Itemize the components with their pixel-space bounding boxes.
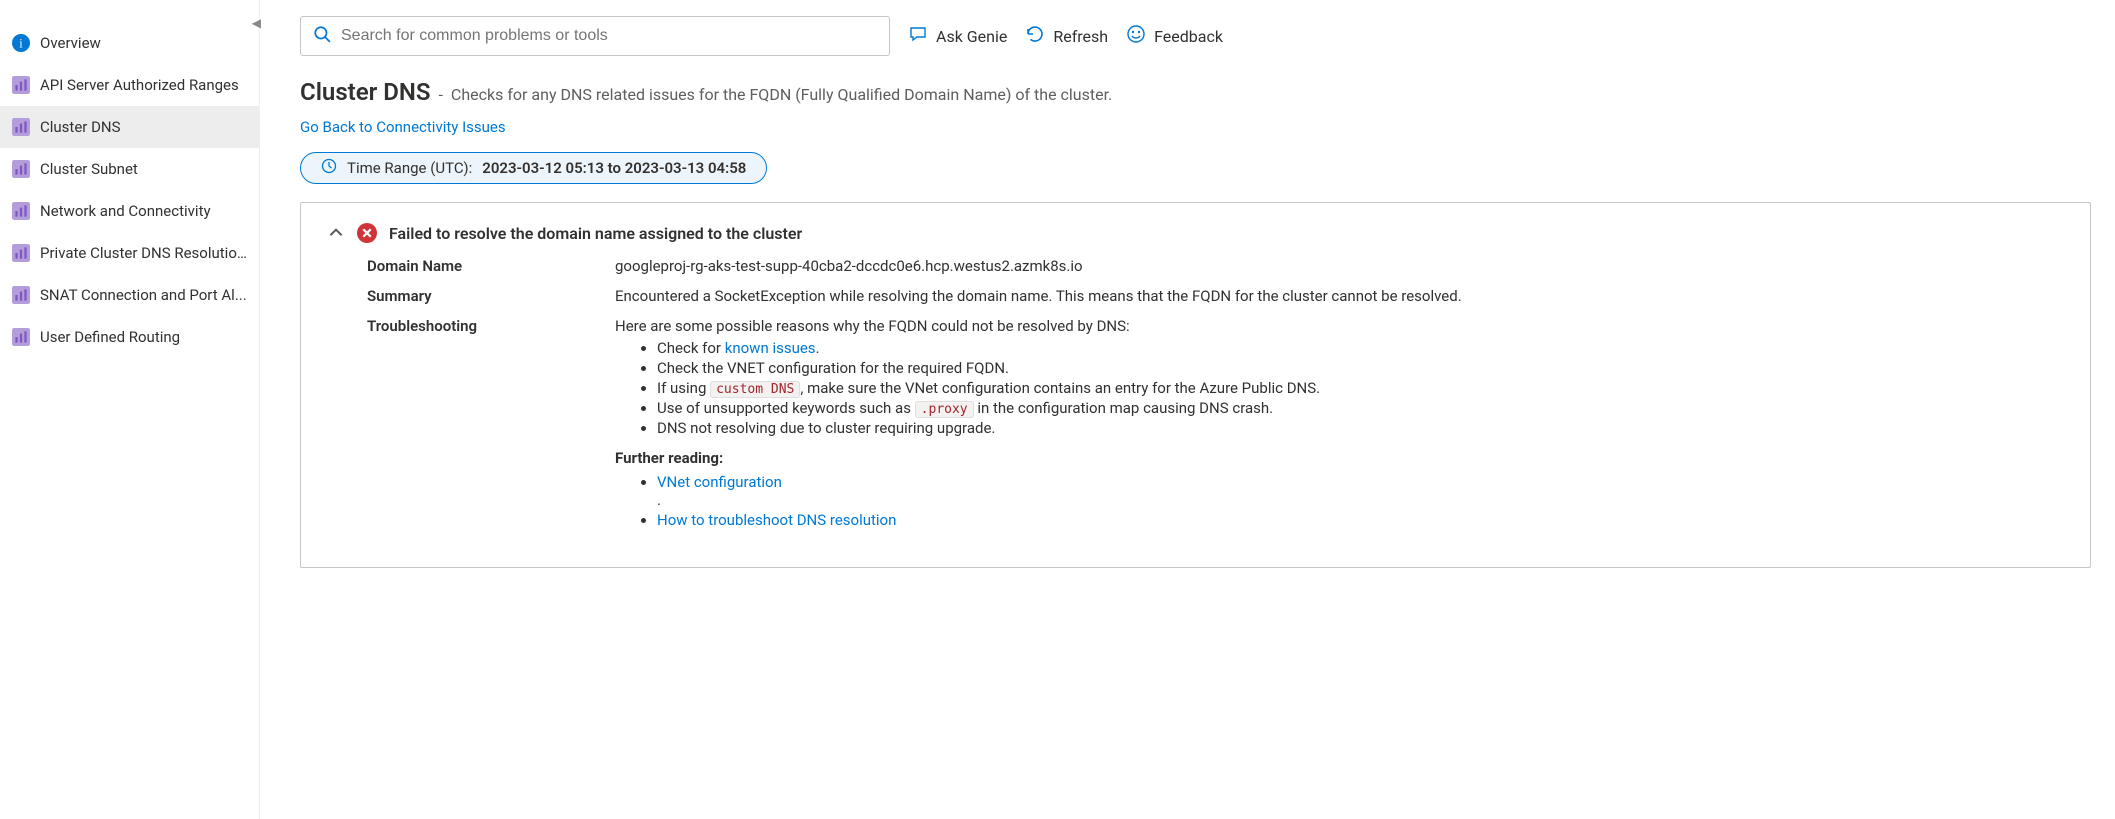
chart-icon [12, 286, 30, 304]
ts-item-upgrade: DNS not resolving due to cluster requiri… [657, 419, 2064, 437]
sidebar-item-snat[interactable]: SNAT Connection and Port Al... [0, 274, 259, 316]
sidebar-item-label: Overview [40, 34, 101, 52]
chart-icon [12, 328, 30, 346]
main-content: Ask Genie Refresh Feedback Cluster DNS -… [260, 0, 2115, 819]
info-icon: i [12, 34, 30, 52]
sidebar-item-label: User Defined Routing [40, 328, 180, 346]
ts-item-keywords: Use of unsupported keywords such as .pro… [657, 399, 2064, 417]
ask-genie-button[interactable]: Ask Genie [908, 24, 1007, 48]
page-subtitle: Checks for any DNS related issues for th… [451, 85, 1112, 104]
code-proxy: .proxy [915, 401, 974, 418]
page-title: Cluster DNS [300, 78, 431, 106]
tool-label: Refresh [1053, 27, 1108, 46]
search-icon [313, 25, 331, 47]
tool-label: Ask Genie [936, 27, 1007, 46]
ts-item-vnet: Check the VNET configuration for the req… [657, 359, 2064, 377]
search-box[interactable] [300, 16, 890, 56]
further-item-dns: How to troubleshoot DNS resolution [657, 511, 2064, 529]
diagnostic-title: Failed to resolve the domain name assign… [389, 224, 802, 243]
chart-icon [12, 160, 30, 178]
sidebar-item-cluster-subnet[interactable]: Cluster Subnet [0, 148, 259, 190]
error-icon [357, 223, 377, 243]
sidebar: ◀ i Overview API Server Authorized Range… [0, 0, 260, 819]
diagnostic-panel: Failed to resolve the domain name assign… [300, 202, 2091, 568]
troubleshooting-intro: Here are some possible reasons why the F… [615, 317, 2064, 335]
troubleshooting-block: Here are some possible reasons why the F… [615, 317, 2064, 537]
time-range-value: 2023-03-12 05:13 to 2023-03-13 04:58 [482, 159, 746, 177]
feedback-button[interactable]: Feedback [1126, 24, 1223, 48]
toolbar: Ask Genie Refresh Feedback [300, 14, 2091, 58]
clock-icon [321, 158, 337, 178]
search-input[interactable] [341, 27, 877, 45]
sidebar-item-api-server[interactable]: API Server Authorized Ranges [0, 64, 259, 106]
smile-icon [1126, 24, 1146, 48]
ts-item-known-issues: Check for known issues. [657, 339, 2064, 357]
sidebar-item-label: SNAT Connection and Port Al... [40, 286, 247, 304]
sidebar-item-label: API Server Authorized Ranges [40, 76, 239, 94]
troubleshooting-label: Troubleshooting [367, 317, 607, 537]
chart-icon [12, 118, 30, 136]
known-issues-link[interactable]: known issues [725, 339, 816, 357]
back-link[interactable]: Go Back to Connectivity Issues [300, 118, 506, 136]
chart-icon [12, 244, 30, 262]
domain-name-label: Domain Name [367, 257, 607, 275]
chat-icon [908, 24, 928, 48]
summary-label: Summary [367, 287, 607, 305]
domain-name-value: googleproj-rg-aks-test-supp-40cba2-dccdc… [615, 257, 2064, 275]
further-dot: . [657, 491, 2064, 509]
chart-icon [12, 76, 30, 94]
ts-item-custom-dns: If using custom DNS, make sure the VNet … [657, 379, 2064, 397]
further-item-vnet: VNet configuration . [657, 473, 2064, 509]
page-subtitle-sep: - [439, 85, 443, 104]
sidebar-collapse-icon[interactable]: ◀ [252, 16, 261, 30]
svg-text:i: i [19, 37, 23, 51]
dns-troubleshoot-link[interactable]: How to troubleshoot DNS resolution [657, 511, 896, 529]
sidebar-item-label: Cluster DNS [40, 118, 121, 136]
sidebar-item-network[interactable]: Network and Connectivity [0, 190, 259, 232]
chevron-up-icon[interactable] [327, 224, 345, 242]
sidebar-item-udr[interactable]: User Defined Routing [0, 316, 259, 358]
summary-value: Encountered a SocketException while reso… [615, 287, 2064, 305]
further-reading-label: Further reading: [615, 449, 2064, 467]
time-range-pill[interactable]: Time Range (UTC): 2023-03-12 05:13 to 20… [300, 152, 767, 184]
sidebar-item-label: Network and Connectivity [40, 202, 211, 220]
sidebar-item-private-dns[interactable]: Private Cluster DNS Resolutio... [0, 232, 259, 274]
chart-icon [12, 202, 30, 220]
refresh-button[interactable]: Refresh [1025, 24, 1108, 48]
time-range-label: Time Range (UTC): [347, 159, 472, 177]
refresh-icon [1025, 24, 1045, 48]
vnet-config-link[interactable]: VNet configuration [657, 473, 782, 491]
code-custom-dns: custom DNS [710, 381, 800, 398]
sidebar-item-overview[interactable]: i Overview [0, 22, 259, 64]
sidebar-item-label: Cluster Subnet [40, 160, 138, 178]
tool-label: Feedback [1154, 27, 1223, 46]
sidebar-item-label: Private Cluster DNS Resolutio... [40, 244, 247, 262]
sidebar-item-cluster-dns[interactable]: Cluster DNS [0, 106, 259, 148]
